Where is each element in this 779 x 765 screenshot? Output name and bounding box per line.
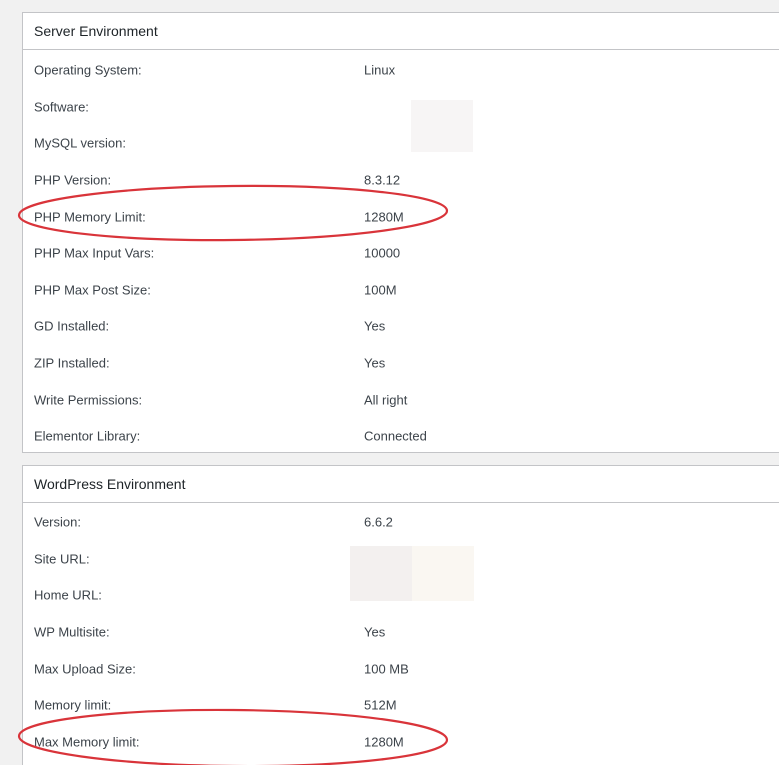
row-label: Site URL: [34, 551, 90, 567]
row-label: Version: [34, 514, 81, 530]
row-value: 10000 [364, 245, 401, 261]
row-label: Max Upload Size: [34, 661, 136, 677]
table-row: Software: [23, 89, 779, 126]
row-label: Software: [34, 99, 89, 115]
row-label: Max Memory limit: [34, 734, 140, 750]
server-environment-rows: Operating System: Linux Software: MySQL … [23, 52, 779, 455]
table-row: Max Upload Size: 100 MB [23, 650, 779, 687]
table-row: Operating System: Linux [23, 52, 779, 89]
table-row: Version: 6.6.2 [23, 504, 779, 541]
wordpress-environment-title: WordPress Environment [23, 466, 779, 503]
row-label: WP Multisite: [34, 624, 110, 640]
row-value: 100 MB [364, 661, 409, 677]
table-row: PHP Max Post Size: 100M [23, 272, 779, 309]
redacted-home-url-value [412, 546, 474, 601]
redacted-software-mysql-value [411, 100, 473, 152]
wordpress-environment-rows: Version: 6.6.2 Site URL: Home URL: WP Mu… [23, 504, 779, 760]
row-value: 1280M [364, 734, 404, 750]
row-value: Linux [364, 62, 396, 78]
row-value: Yes [364, 624, 386, 640]
row-label: Elementor Library: [34, 428, 141, 444]
table-row: Write Permissions: All right [23, 381, 779, 418]
row-value: All right [364, 392, 408, 408]
server-environment-panel: Server Environment Operating System: Lin… [22, 12, 779, 453]
table-row: Memory limit: 512M [23, 687, 779, 724]
table-row: ZIP Installed: Yes [23, 345, 779, 382]
redacted-site-url-value [350, 546, 412, 601]
row-label: Home URL: [34, 587, 102, 603]
row-value: 100M [364, 282, 397, 298]
row-value: Yes [364, 355, 386, 371]
table-row: PHP Max Input Vars: 10000 [23, 235, 779, 272]
row-label: PHP Version: [34, 172, 112, 188]
server-environment-title: Server Environment [23, 13, 779, 50]
row-label: Memory limit: [34, 697, 112, 713]
row-label: PHP Max Post Size: [34, 282, 151, 298]
system-info-page: Server Environment Operating System: Lin… [0, 0, 779, 765]
row-value: 6.6.2 [364, 514, 393, 530]
row-value: 512M [364, 697, 397, 713]
row-label: PHP Memory Limit: [34, 209, 146, 225]
row-value: Connected [364, 428, 427, 444]
row-label: ZIP Installed: [34, 355, 110, 371]
table-row: GD Installed: Yes [23, 308, 779, 345]
row-value: Yes [364, 318, 386, 334]
table-row: WP Multisite: Yes [23, 614, 779, 651]
row-label: Operating System: [34, 62, 142, 78]
row-label: PHP Max Input Vars: [34, 245, 155, 261]
table-row: PHP Version: 8.3.12 [23, 162, 779, 199]
row-value: 1280M [364, 209, 404, 225]
table-row: Elementor Library: Connected [23, 418, 779, 455]
row-label: Write Permissions: [34, 392, 143, 408]
table-row: Max Memory limit: 1280M [23, 724, 779, 761]
wordpress-environment-panel: WordPress Environment Version: 6.6.2 Sit… [22, 465, 779, 765]
table-row: PHP Memory Limit: 1280M [23, 198, 779, 235]
row-value: 8.3.12 [364, 172, 401, 188]
table-row: MySQL version: [23, 125, 779, 162]
row-label: GD Installed: [34, 318, 110, 334]
row-label: MySQL version: [34, 135, 126, 151]
